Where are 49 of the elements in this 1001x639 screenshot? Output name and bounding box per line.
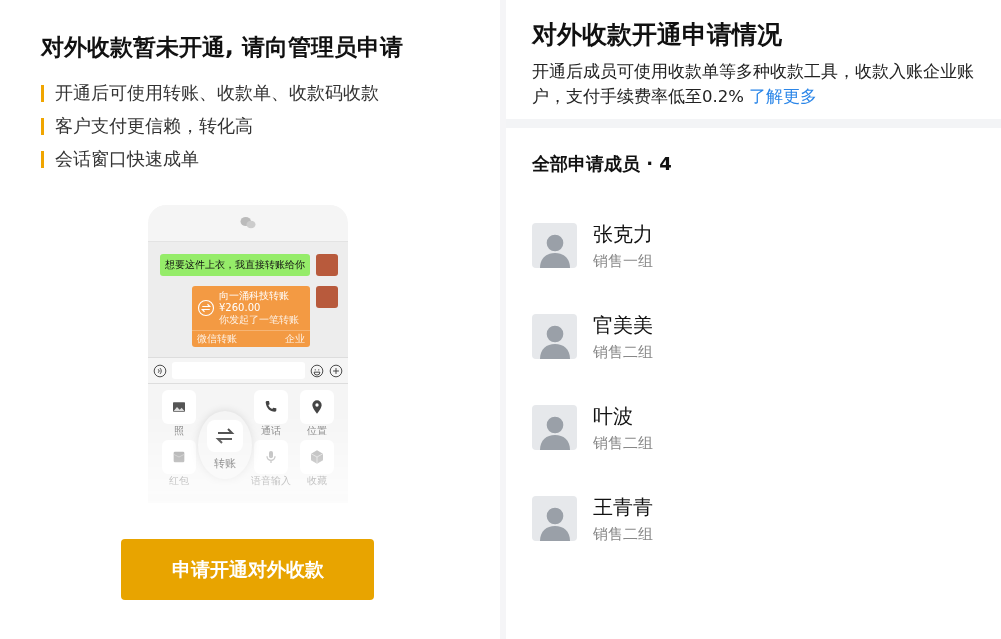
accent-bar <box>41 84 44 102</box>
member-group: 销售一组 <box>593 251 653 271</box>
member-name: 官美美 <box>593 311 653 339</box>
heading: 对外收款开通申请情况 <box>532 19 783 51</box>
member-group: 销售二组 <box>593 524 653 544</box>
smiley-icon <box>310 363 324 378</box>
learn-more-link[interactable]: 了解更多 <box>749 87 818 106</box>
phone-icon <box>263 399 279 415</box>
tool-tile[interactable] <box>300 390 334 424</box>
feature-text: 客户支付更信赖，转化高 <box>55 114 253 138</box>
location-pin-icon <box>309 399 325 415</box>
transfer-tile[interactable] <box>207 419 243 452</box>
tool-tile[interactable] <box>162 440 196 474</box>
tool-label: 照 <box>174 424 184 438</box>
description: 开通后成员可使用收款单等多种收款工具，收款入账企业账户，支付手续费率低至0.2% 了解更多 <box>532 61 975 108</box>
apply-button[interactable]: 申请开通对外收款 <box>121 539 374 600</box>
tool-tile[interactable] <box>254 390 288 424</box>
tool-tile[interactable] <box>254 440 288 474</box>
voice-icon <box>153 363 167 378</box>
transfer-footer-text: 微信转账 <box>197 332 237 346</box>
tool-tile[interactable] <box>162 390 196 424</box>
tool-label: 通话 <box>261 424 281 438</box>
envelope-icon <box>171 449 187 465</box>
chat-bubble: 想要这件上衣，我直接转账给你 <box>160 254 310 276</box>
transfer-amount: ¥260.00 <box>219 302 262 314</box>
cube-icon <box>309 449 325 465</box>
member-group: 销售二组 <box>593 342 653 362</box>
image-icon <box>171 399 187 415</box>
member-name: 张克力 <box>593 220 653 248</box>
transfer-title: 向一涌科技转账 <box>219 290 290 302</box>
heading: 对外收款暂未开通, 请向管理员申请 <box>41 33 404 62</box>
transfer-arrows-icon <box>197 299 215 317</box>
avatar-placeholder <box>316 286 338 308</box>
accent-bar <box>41 117 44 135</box>
feature-text: 会话窗口快速成单 <box>55 147 199 171</box>
section-heading: 全部申请成员 · 4 <box>532 152 673 176</box>
member-group: 销售二组 <box>593 433 653 453</box>
member-name: 叶波 <box>593 402 634 430</box>
feature-text: 开通后可使用转账、收款单、收款码收款 <box>55 81 379 105</box>
transfer-footer-text: 企业 <box>285 332 305 346</box>
microphone-icon <box>263 449 279 465</box>
plus-icon <box>329 363 343 378</box>
tool-tile[interactable] <box>300 440 334 474</box>
accent-bar <box>41 150 44 168</box>
member-name: 王青青 <box>593 493 653 521</box>
tool-label: 位置 <box>307 424 327 438</box>
avatar-placeholder <box>316 254 338 276</box>
transfer-note: 你发起了一笔转账 <box>219 314 299 326</box>
transfer-label: 转账 <box>214 455 236 471</box>
